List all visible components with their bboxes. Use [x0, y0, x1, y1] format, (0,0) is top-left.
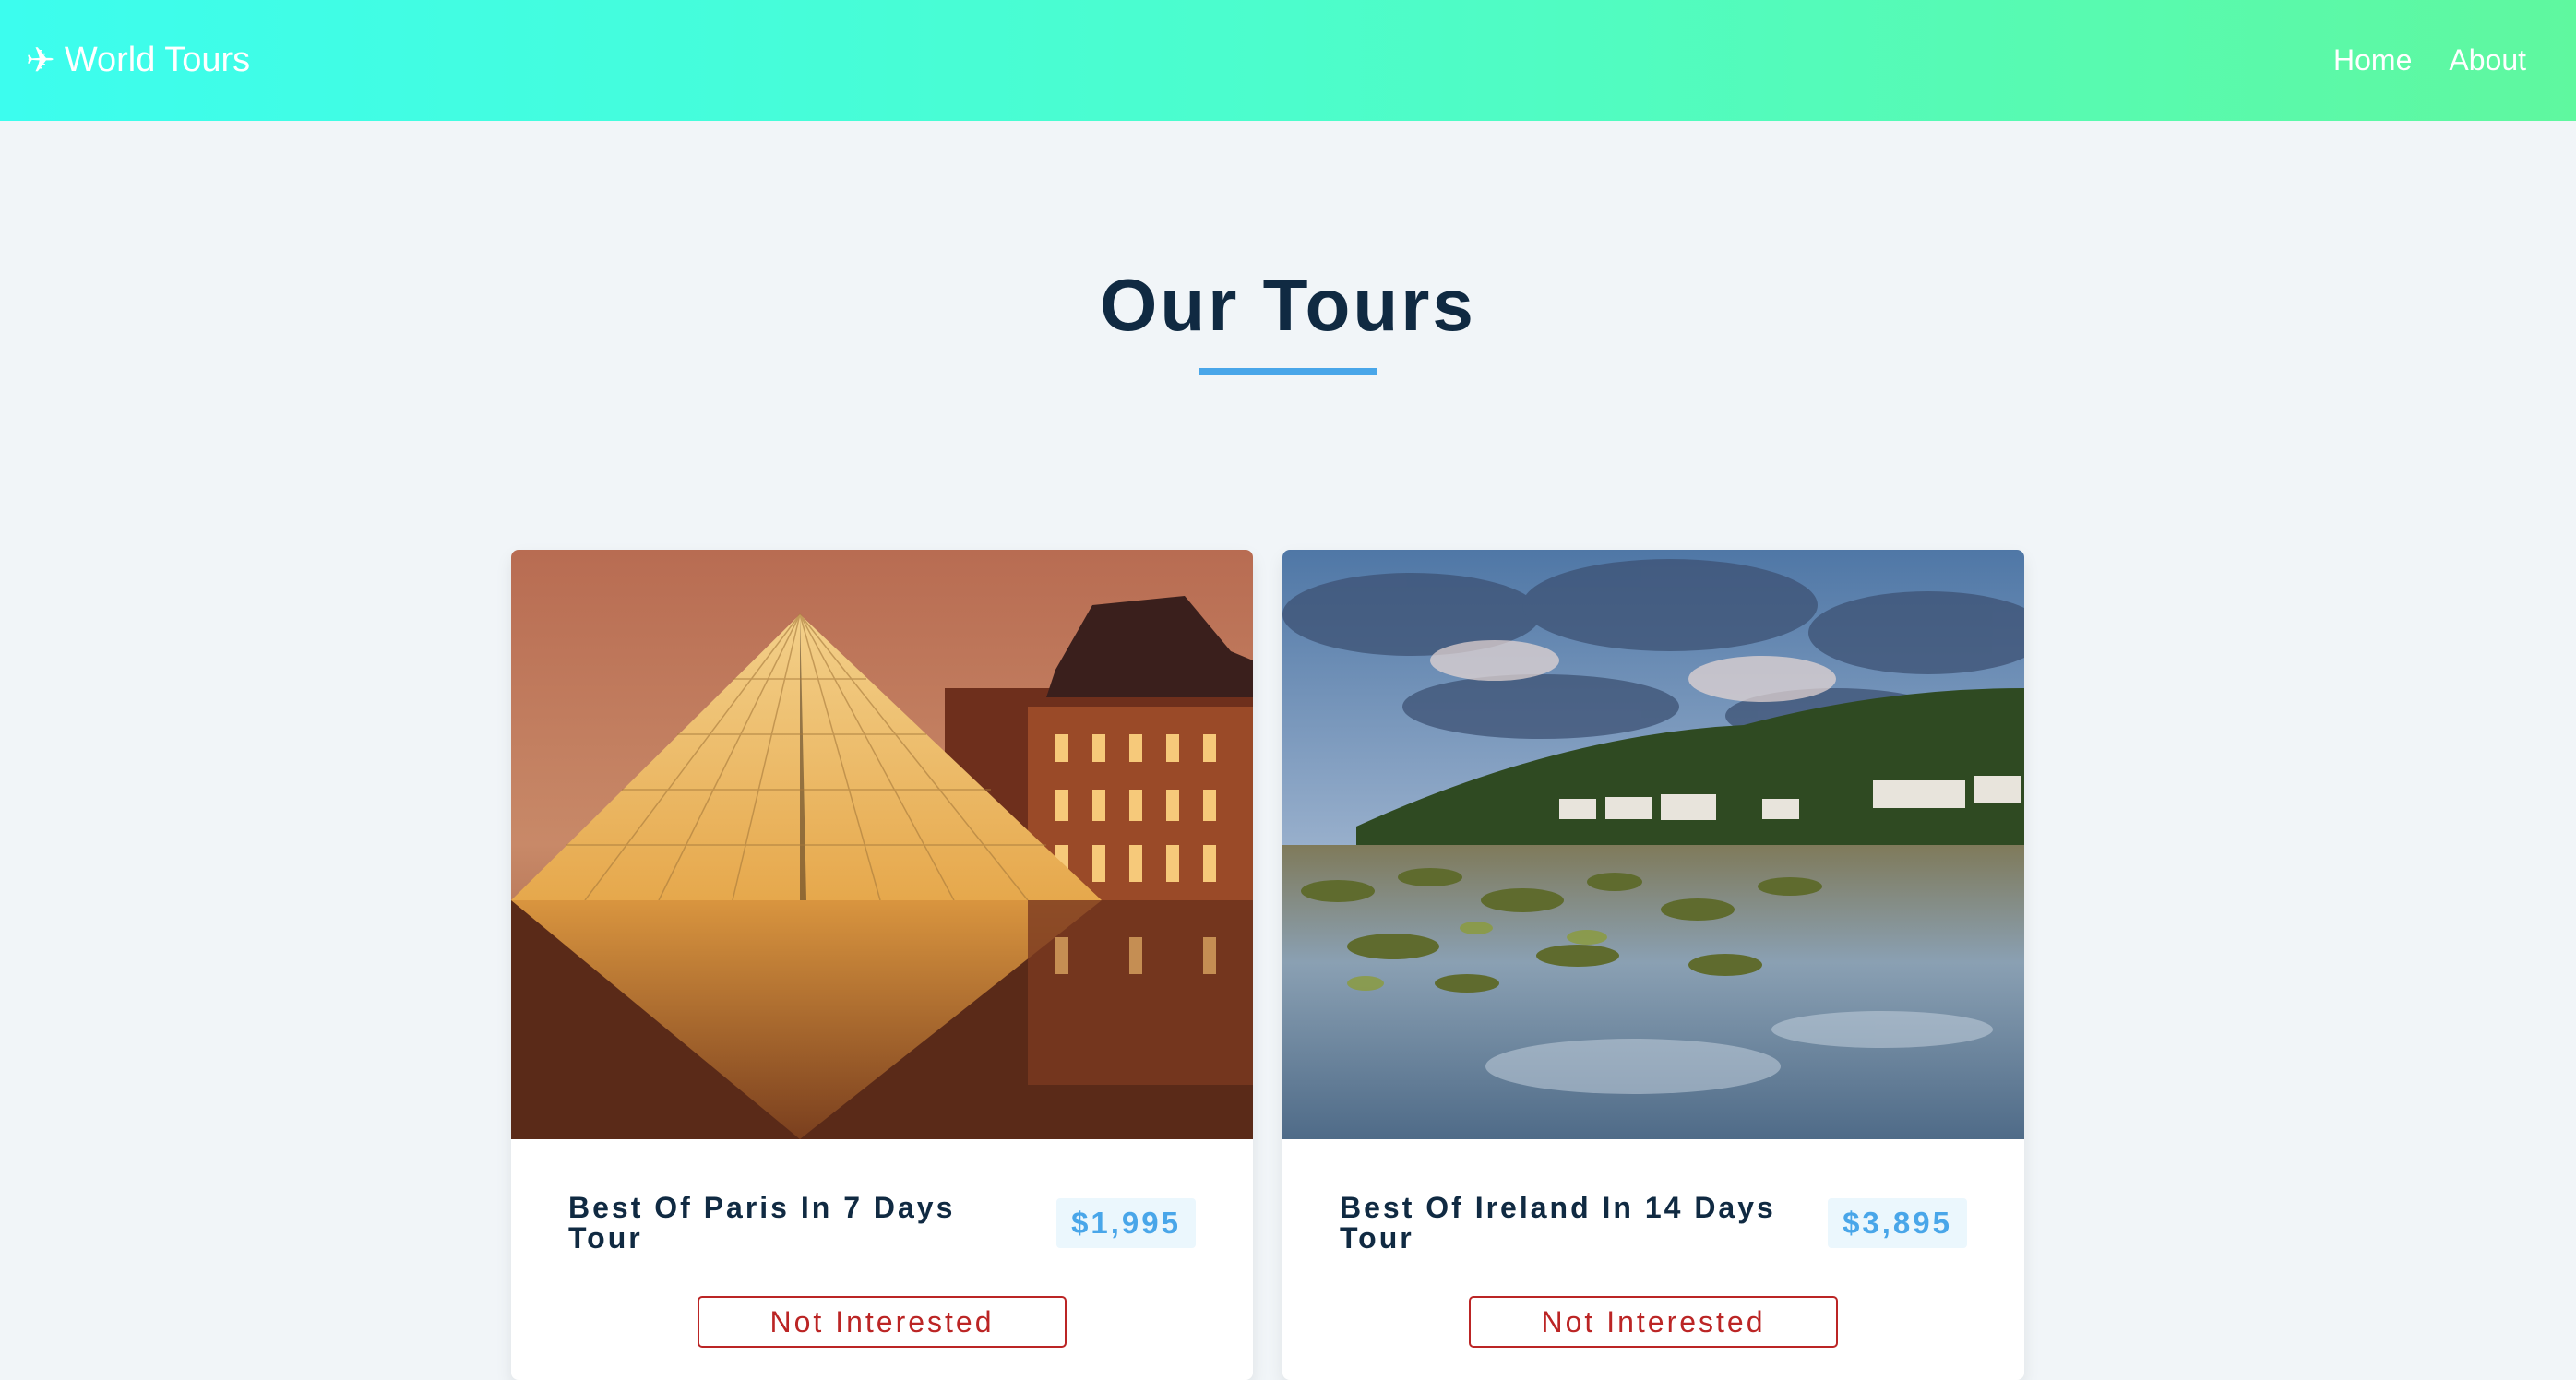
navbar: ✈ World Tours Home About: [0, 0, 2576, 121]
brand-name: World Tours: [64, 41, 251, 79]
section-title: Our Tours: [0, 263, 2576, 375]
brand-link[interactable]: ✈ World Tours: [26, 41, 250, 80]
title-underline: [1199, 368, 1377, 375]
tour-info-ireland: Best Of Ireland In 14 Days Tour $3,895 N…: [1282, 1193, 2024, 1348]
tour-header: Best Of Ireland In 14 Days Tour $3,895: [1340, 1193, 1967, 1254]
nav-links: Home About: [2333, 43, 2526, 77]
tour-price: $1,995: [1056, 1198, 1196, 1248]
not-interested-button[interactable]: Not Interested: [698, 1296, 1067, 1348]
page-title: Our Tours: [1100, 264, 1476, 346]
tour-card-ireland: Best Of Ireland In 14 Days Tour $3,895 N…: [1282, 550, 2024, 1380]
tour-name: Best Of Paris In 7 Days Tour: [568, 1191, 956, 1255]
tour-price: $3,895: [1828, 1198, 1967, 1248]
tour-name: Best Of Ireland In 14 Days Tour: [1340, 1191, 1776, 1255]
tour-info-paris: Best Of Paris In 7 Days Tour $1,995 Not …: [511, 1193, 1253, 1348]
plane-icon: ✈: [26, 41, 55, 80]
tour-image-paris: [511, 550, 1253, 1139]
nav-link-about[interactable]: About: [2449, 43, 2526, 77]
not-interested-button[interactable]: Not Interested: [1469, 1296, 1838, 1348]
tour-card-paris: Best Of Paris In 7 Days Tour $1,995 Not …: [511, 550, 1253, 1380]
tour-header: Best Of Paris In 7 Days Tour $1,995: [568, 1193, 1196, 1254]
nav-link-home[interactable]: Home: [2333, 43, 2412, 77]
tour-image-ireland: [1282, 550, 2024, 1139]
